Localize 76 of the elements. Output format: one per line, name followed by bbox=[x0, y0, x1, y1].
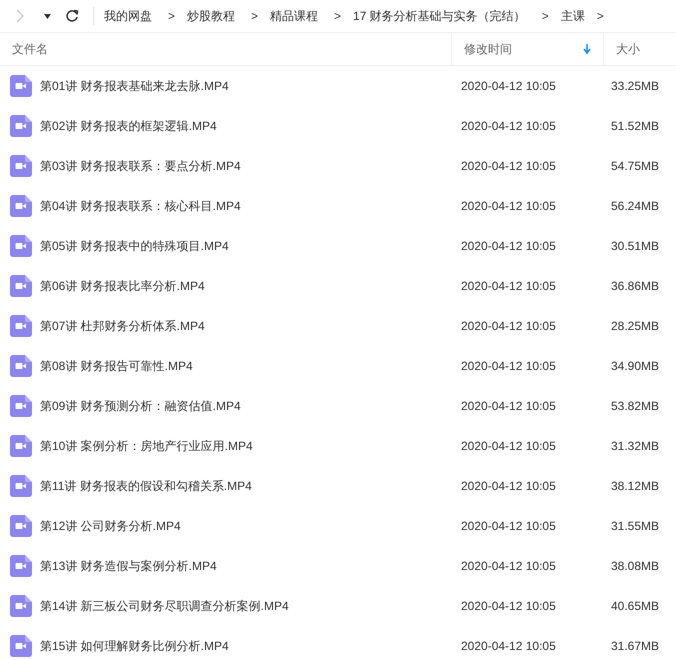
modified-time: 2020-04-12 10:05 bbox=[460, 159, 557, 173]
file-size: 40.65MB bbox=[610, 599, 660, 613]
breadcrumb-item[interactable]: 17 财务分析基础与实务（完结） bbox=[353, 8, 526, 24]
file-name[interactable]: 第07讲 杜邦财务分析体系.MP4 bbox=[40, 318, 205, 334]
file-name[interactable]: 第14讲 新三板公司财务尽职调查分析案例.MP4 bbox=[40, 598, 289, 614]
file-size: 36.86MB bbox=[610, 279, 660, 293]
file-size: 31.55MB bbox=[610, 519, 660, 533]
video-file-icon bbox=[10, 315, 32, 337]
breadcrumb-item[interactable]: 精品课程 bbox=[270, 8, 318, 24]
breadcrumb-separator: > bbox=[251, 9, 258, 23]
file-name[interactable]: 第13讲 财务造假与案例分析.MP4 bbox=[40, 558, 217, 574]
file-name[interactable]: 第09讲 财务预测分析：融资估值.MP4 bbox=[40, 398, 241, 414]
column-header[interactable]: 文件名 bbox=[0, 33, 451, 65]
video-file-icon bbox=[10, 395, 32, 417]
file-size: 33.25MB bbox=[610, 79, 660, 93]
column-header[interactable]: 大小 bbox=[603, 33, 676, 65]
modified-time: 2020-04-12 10:05 bbox=[460, 79, 557, 93]
video-file-icon bbox=[10, 115, 32, 137]
file-name[interactable]: 第01讲 财务报表基础来龙去脉.MP4 bbox=[40, 78, 229, 94]
file-size: 56.24MB bbox=[610, 199, 660, 213]
file-name[interactable]: 第06讲 财务报表比率分析.MP4 bbox=[40, 278, 205, 294]
modified-time: 2020-04-12 10:05 bbox=[460, 279, 557, 293]
video-file-icon bbox=[10, 275, 32, 297]
file-size: 31.32MB bbox=[610, 439, 660, 453]
modified-time: 2020-04-12 10:05 bbox=[460, 399, 557, 413]
file-name[interactable]: 第15讲 如何理解财务比例分析.MP4 bbox=[40, 638, 229, 654]
column-header[interactable]: 修改时间 bbox=[451, 33, 603, 65]
modified-time: 2020-04-12 10:05 bbox=[460, 479, 557, 493]
modified-time: 2020-04-12 10:05 bbox=[460, 599, 557, 613]
modified-time: 2020-04-12 10:05 bbox=[460, 199, 557, 213]
video-file-icon bbox=[10, 355, 32, 377]
file-size: 34.90MB bbox=[610, 359, 660, 373]
file-size: 38.12MB bbox=[610, 479, 660, 493]
file-name[interactable]: 第05讲 财务报表中的特殊项目.MP4 bbox=[40, 238, 229, 254]
modified-time: 2020-04-12 10:05 bbox=[460, 559, 557, 573]
file-name[interactable]: 第03讲 财务报表联系：要点分析.MP4 bbox=[40, 158, 241, 174]
file-size: 54.75MB bbox=[610, 159, 660, 173]
file-size: 31.67MB bbox=[610, 639, 660, 653]
breadcrumb-separator: > bbox=[542, 9, 549, 23]
file-size: 30.51MB bbox=[610, 239, 660, 253]
dropdown-button[interactable] bbox=[44, 14, 51, 18]
modified-time: 2020-04-12 10:05 bbox=[460, 119, 557, 133]
file-name[interactable]: 第04讲 财务报表联系：核心科目.MP4 bbox=[40, 198, 241, 214]
file-name[interactable]: 第02讲 财务报表的框架逻辑.MP4 bbox=[40, 118, 217, 134]
video-file-icon bbox=[10, 475, 32, 497]
breadcrumb-separator: > bbox=[168, 9, 176, 23]
modified-time: 2020-04-12 10:05 bbox=[460, 319, 557, 333]
modified-time: 2020-04-12 10:05 bbox=[460, 439, 557, 453]
file-size: 53.82MB bbox=[610, 399, 660, 413]
video-file-icon bbox=[10, 155, 32, 177]
file-name[interactable]: 第11讲 财务报表的假设和勾稽关系.MP4 bbox=[40, 478, 252, 494]
video-file-icon bbox=[10, 595, 32, 617]
video-file-icon bbox=[10, 515, 32, 537]
sort-descending-icon[interactable] bbox=[583, 44, 591, 54]
breadcrumb-item[interactable]: 我的网盘 bbox=[104, 8, 152, 24]
file-size: 51.52MB bbox=[610, 119, 660, 133]
video-file-icon bbox=[10, 195, 32, 217]
video-file-icon bbox=[10, 235, 32, 257]
modified-time: 2020-04-12 10:05 bbox=[460, 359, 557, 373]
video-file-icon bbox=[10, 435, 32, 457]
file-name[interactable]: 第08讲 财务报告可靠性.MP4 bbox=[40, 358, 193, 374]
modified-time: 2020-04-12 10:05 bbox=[460, 519, 557, 533]
file-name[interactable]: 第10讲 案例分析：房地产行业应用.MP4 bbox=[40, 438, 253, 454]
modified-time: 2020-04-12 10:05 bbox=[460, 639, 557, 653]
breadcrumb-separator: > bbox=[596, 9, 604, 23]
breadcrumb-item[interactable]: 主课 bbox=[560, 8, 585, 24]
video-file-icon bbox=[10, 555, 32, 577]
file-size: 28.25MB bbox=[610, 319, 660, 333]
file-name[interactable]: 第12讲 公司财务分析.MP4 bbox=[40, 518, 181, 534]
file-size: 38.08MB bbox=[610, 559, 660, 573]
breadcrumb-item[interactable]: 炒股教程 bbox=[187, 8, 236, 24]
video-file-icon bbox=[10, 635, 32, 657]
breadcrumb-separator: > bbox=[334, 9, 342, 23]
refresh-button[interactable] bbox=[65, 9, 79, 23]
modified-time: 2020-04-12 10:05 bbox=[460, 239, 557, 253]
video-file-icon bbox=[10, 75, 32, 97]
